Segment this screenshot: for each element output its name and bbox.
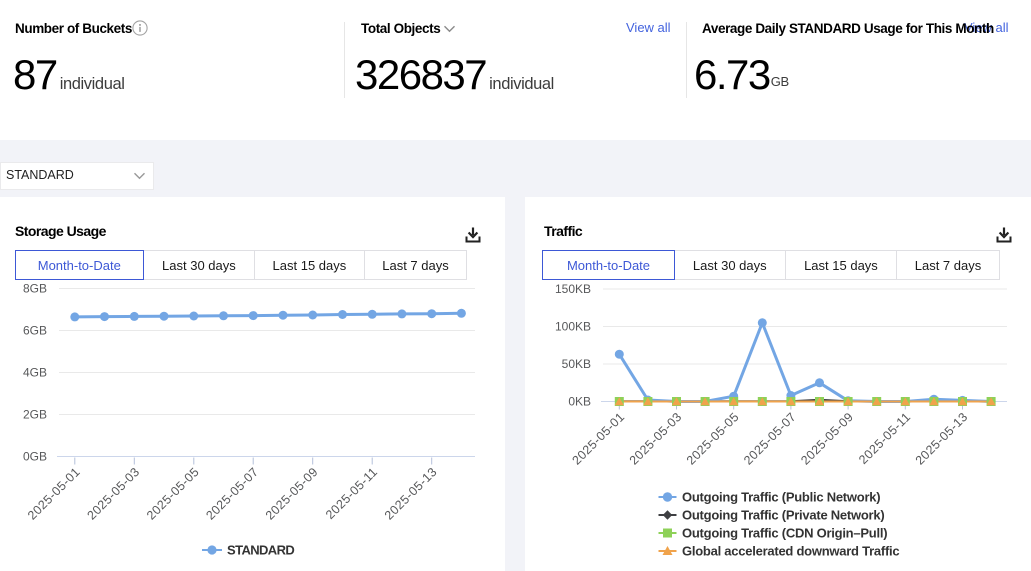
svg-text:100KB: 100KB xyxy=(555,320,591,334)
svg-text:2025-05-13: 2025-05-13 xyxy=(913,410,971,468)
svg-text:50KB: 50KB xyxy=(562,357,591,371)
svg-text:2025-05-07: 2025-05-07 xyxy=(741,410,799,468)
svg-text:2025-05-01: 2025-05-01 xyxy=(569,410,627,468)
svg-text:Global accelerated downward Tr: Global accelerated downward Traffic xyxy=(682,544,899,559)
svg-text:2025-05-11: 2025-05-11 xyxy=(856,410,913,467)
svg-text:0KB: 0KB xyxy=(568,395,591,409)
svg-text:Outgoing Traffic (Public Netwo: Outgoing Traffic (Public Network) xyxy=(682,490,880,505)
svg-text:Outgoing Traffic (CDN Origin–P: Outgoing Traffic (CDN Origin–Pull) xyxy=(682,526,887,541)
svg-text:150KB: 150KB xyxy=(555,282,591,296)
svg-text:2025-05-09: 2025-05-09 xyxy=(798,410,856,468)
svg-text:2025-05-05: 2025-05-05 xyxy=(684,410,742,468)
svg-text:2025-05-03: 2025-05-03 xyxy=(627,410,685,468)
svg-text:Outgoing Traffic (Private Netw: Outgoing Traffic (Private Network) xyxy=(682,508,884,523)
